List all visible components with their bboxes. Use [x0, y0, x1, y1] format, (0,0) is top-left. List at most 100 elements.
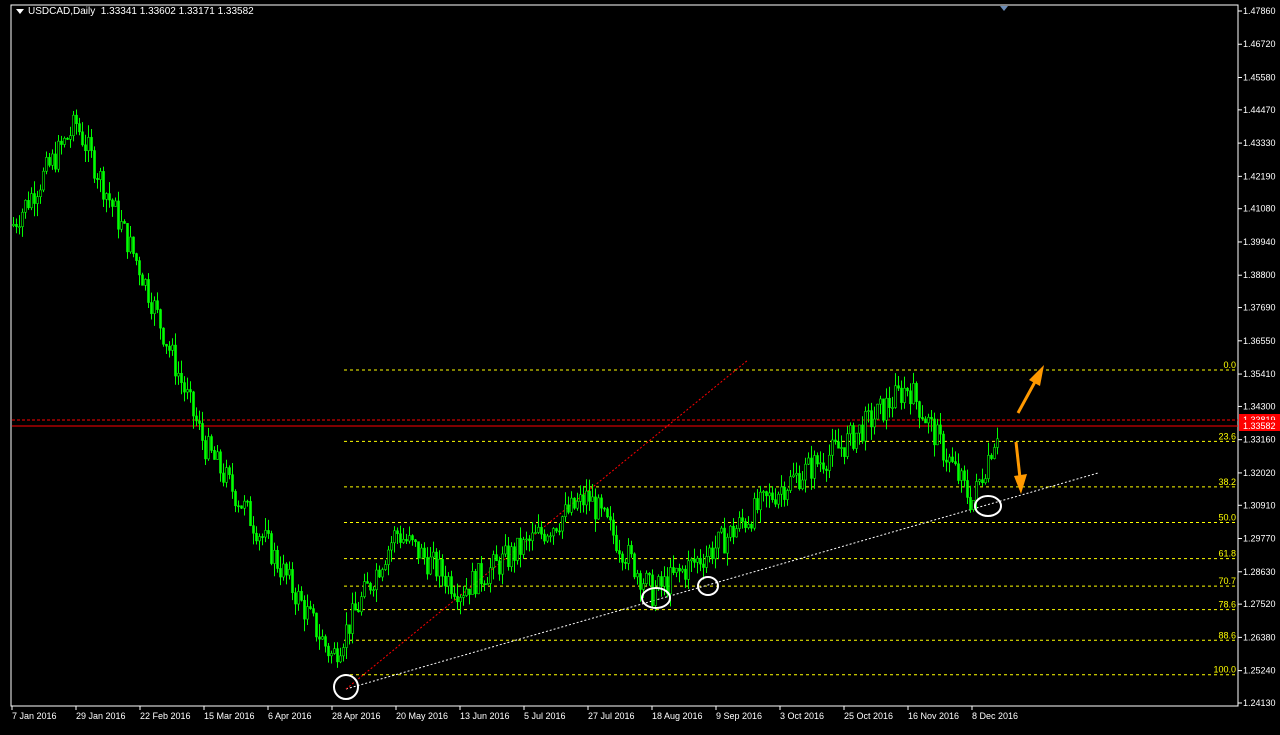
price-chart[interactable]: 0.0 23.6 38.2 50.0 61.8 70.7 78.6 88.6 100.0 1.4… — [0, 0, 1280, 730]
fib-level-label: 38.2 — [1218, 477, 1236, 487]
support-trendline[interactable] — [345, 472, 1099, 690]
candle-body — [423, 547, 426, 558]
price-tick-label: 1.45580 — [1243, 72, 1276, 82]
candle-body — [936, 424, 939, 446]
candle-body — [480, 563, 483, 584]
candle-body — [351, 603, 354, 634]
candle-body — [117, 200, 120, 230]
candle-body — [510, 546, 513, 568]
price-tick-label: 1.30910 — [1243, 500, 1276, 510]
candle-body — [708, 547, 711, 557]
candle-body — [111, 199, 114, 207]
candle-body — [357, 609, 360, 613]
candle-body — [105, 193, 108, 200]
candle-body — [606, 508, 609, 518]
candle-body — [783, 486, 786, 500]
annotations[interactable] — [333, 365, 1044, 700]
candle-body — [603, 507, 606, 510]
candle-body — [450, 576, 453, 595]
candles — [12, 109, 999, 668]
candle-body — [183, 382, 186, 393]
arrow-down-icon[interactable] — [1014, 474, 1027, 494]
candle-body — [213, 450, 216, 460]
candle-body — [189, 389, 192, 393]
candle-body — [135, 253, 138, 261]
candle-body — [822, 462, 825, 470]
candle-body — [747, 523, 750, 528]
candle-body — [51, 153, 54, 166]
arrow-up-icon[interactable] — [1029, 365, 1044, 386]
chart-window[interactable]: 0.0 23.6 38.2 50.0 61.8 70.7 78.6 88.6 100.0 1.4… — [0, 0, 1280, 730]
candle-body — [453, 593, 456, 597]
dropdown-icon[interactable] — [16, 8, 24, 14]
candle-body — [858, 424, 861, 434]
candle-body — [177, 372, 180, 377]
swing-low-circle[interactable] — [974, 495, 1002, 517]
candle-body — [837, 441, 840, 449]
candle-body — [231, 474, 234, 492]
chart-shift-marker-icon[interactable] — [1000, 6, 1008, 11]
candle-body — [504, 545, 507, 555]
candle-body — [108, 193, 111, 201]
candle-body — [627, 545, 630, 564]
candle-body — [360, 596, 363, 613]
candle-body — [114, 200, 117, 207]
candle-body — [717, 531, 720, 549]
candle-body — [336, 648, 339, 663]
candle-body — [942, 433, 945, 461]
candle-body — [375, 569, 378, 590]
trend-lines[interactable] — [12, 359, 1238, 690]
candle-body — [591, 496, 594, 502]
chart-header: USDCAD,Daily 1.33341 1.33602 1.33171 1.3… — [16, 6, 254, 17]
candle-body — [681, 568, 684, 572]
candle-body — [957, 463, 960, 481]
candle-body — [672, 567, 675, 573]
candle-body — [99, 171, 102, 180]
candle-body — [33, 193, 36, 204]
candle-body — [129, 236, 132, 253]
date-tick-label: 6 Apr 2016 — [268, 711, 312, 721]
candle-body — [303, 600, 306, 620]
candle-body — [924, 418, 927, 424]
candle-body — [816, 455, 819, 465]
candle-body — [408, 535, 411, 542]
candle-body — [828, 454, 831, 471]
price-tick-label: 1.35410 — [1243, 369, 1276, 379]
candle-body — [15, 224, 18, 227]
candle-body — [312, 608, 315, 614]
candle-body — [498, 560, 501, 575]
candle-body — [693, 558, 696, 563]
candle-body — [96, 178, 99, 180]
candle-body — [84, 144, 87, 151]
price-tick-label: 1.41080 — [1243, 204, 1276, 214]
candle-body — [165, 343, 168, 347]
candle-body — [381, 569, 384, 578]
candle-body — [72, 114, 75, 136]
candle-body — [333, 648, 336, 654]
candle-body — [678, 567, 681, 572]
date-tick-label: 25 Oct 2016 — [844, 711, 893, 721]
candle-body — [489, 567, 492, 584]
candle-body — [741, 517, 744, 522]
candle-body — [840, 447, 843, 449]
down-arrow-shaft[interactable] — [1014, 441, 1022, 479]
candle-body — [873, 418, 876, 428]
candle-body — [369, 583, 372, 591]
fibonacci-retracement[interactable]: 0.0 23.6 38.2 50.0 61.8 70.7 78.6 88.6 100.0 — [344, 360, 1237, 676]
candle-body — [939, 424, 942, 435]
date-axis[interactable]: 7 Jan 2016 29 Jan 2016 22 Feb 2016 15 Mar 2… — [11, 706, 1018, 721]
candle-body — [27, 200, 30, 209]
candle-body — [654, 588, 657, 606]
fibonacci-trendline[interactable] — [345, 359, 749, 690]
candle-body — [441, 558, 444, 577]
candle-body — [705, 556, 708, 568]
candle-body — [966, 480, 969, 498]
candle-body — [981, 479, 984, 484]
candle-body — [420, 547, 423, 559]
price-axis[interactable]: 1.47860 1.46720 1.45580 1.44470 1.43330 1.421… — [1238, 6, 1280, 708]
candle-body — [843, 447, 846, 457]
candle-body — [297, 591, 300, 605]
up-arrow-shaft[interactable] — [1016, 379, 1038, 414]
candle-body — [933, 418, 936, 446]
candle-body — [867, 410, 870, 412]
